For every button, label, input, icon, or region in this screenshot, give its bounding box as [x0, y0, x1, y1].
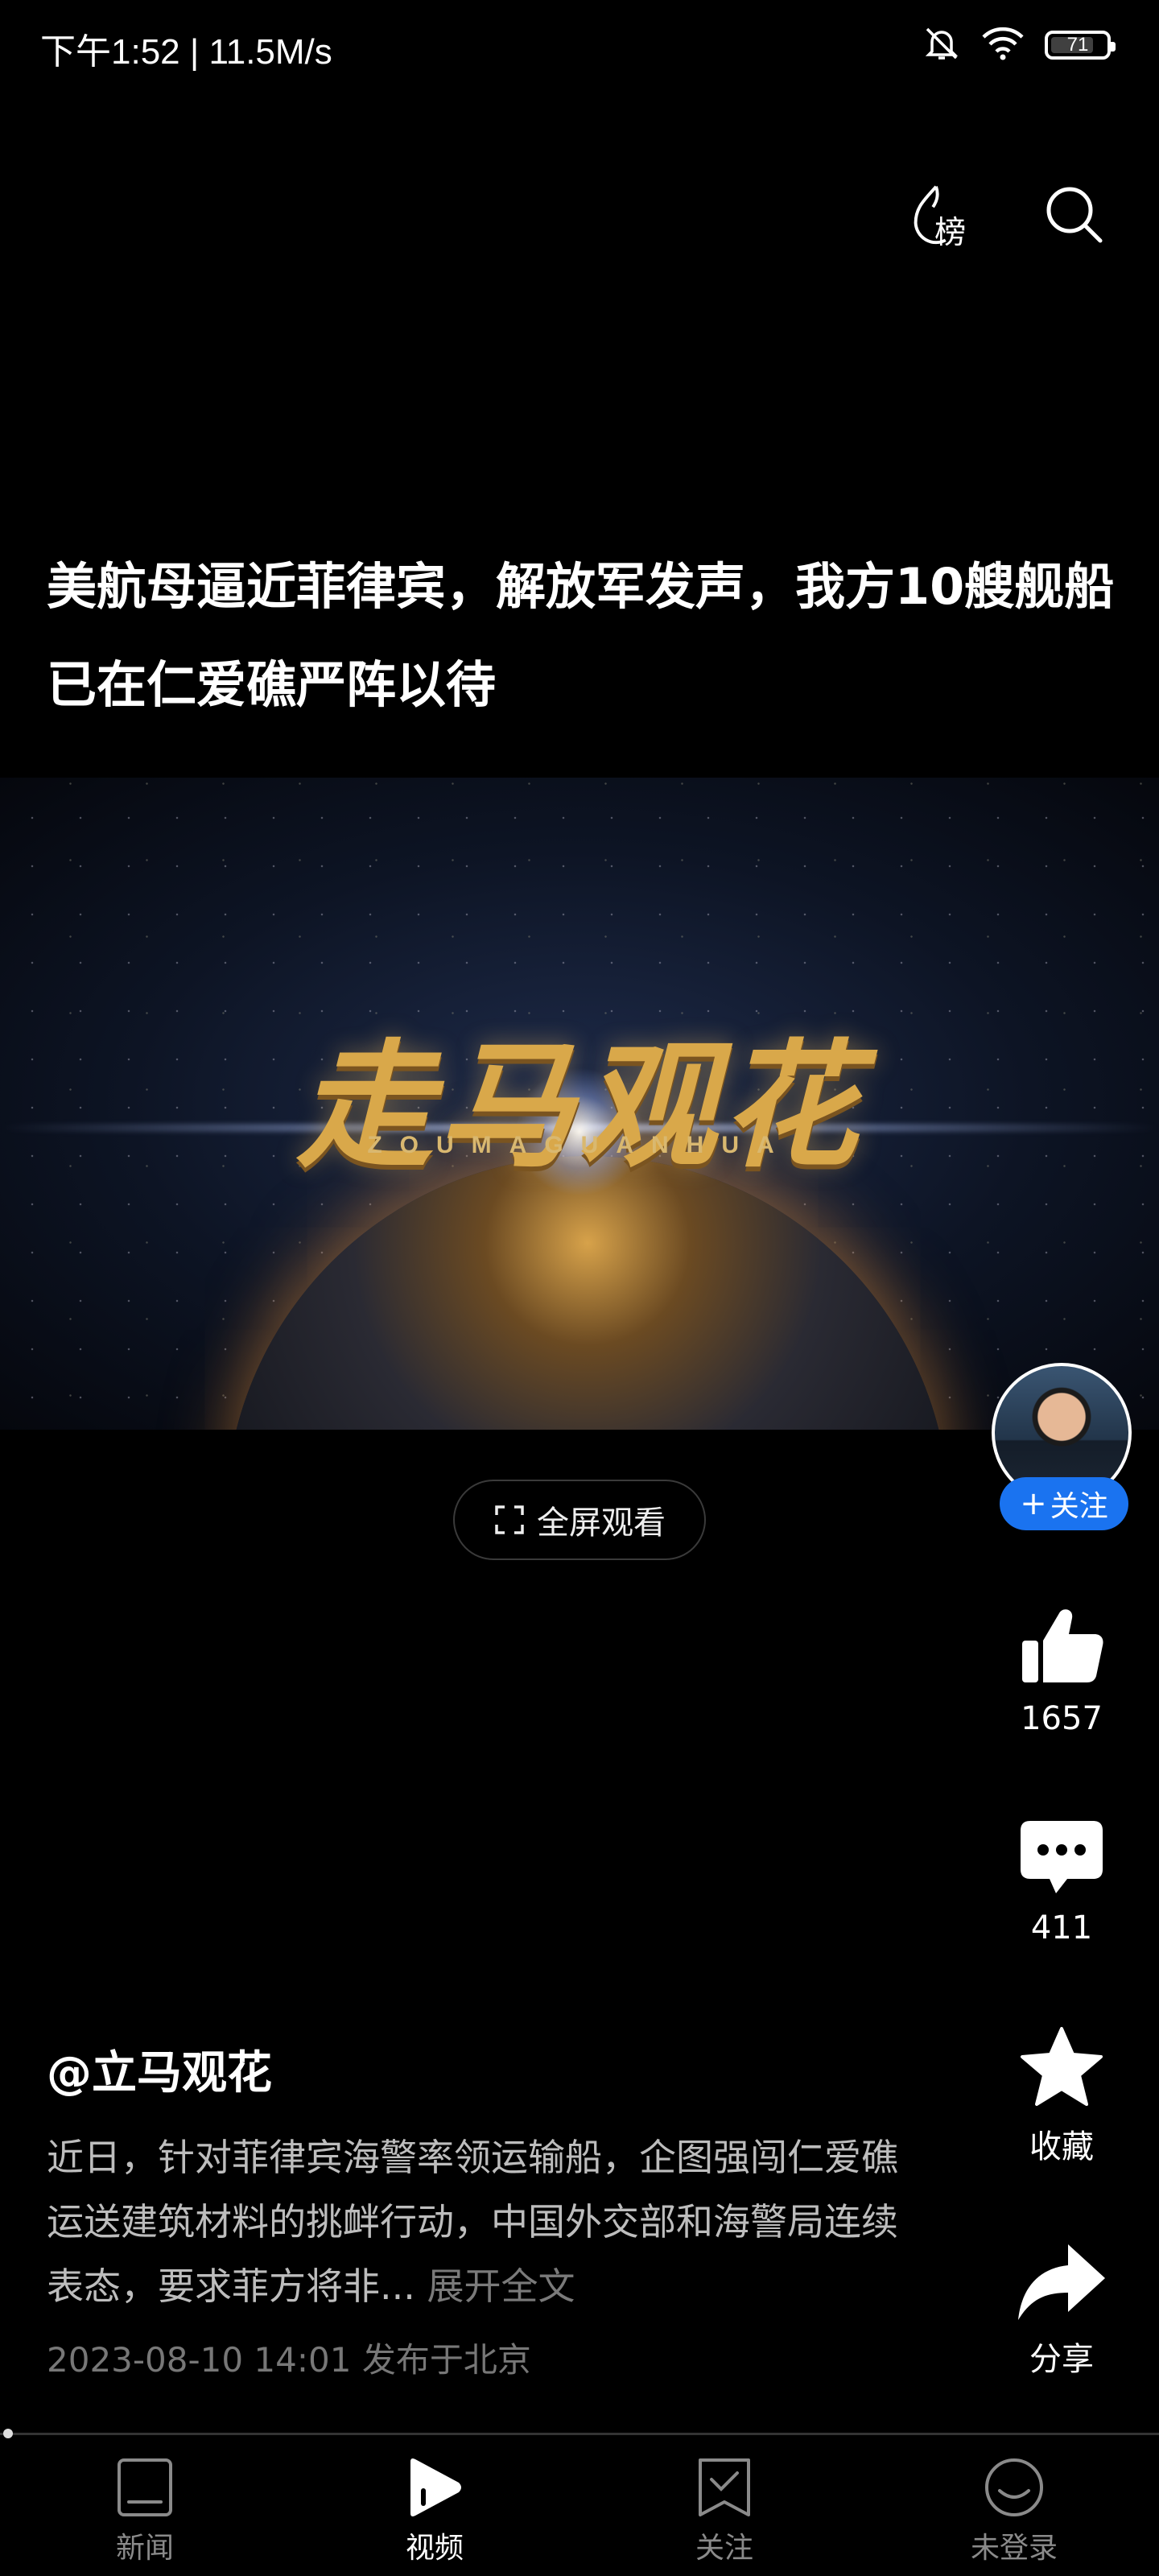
tab-video-label: 视频	[405, 2532, 464, 2565]
status-icons: 71	[922, 24, 1116, 66]
star-icon	[1021, 2027, 1103, 2106]
fullscreen-icon	[495, 1505, 524, 1534]
like-count: 1657	[1021, 1700, 1103, 1737]
hot-rank-icon: 榜	[914, 185, 966, 251]
like-button[interactable]: 1657	[985, 1602, 1138, 1737]
favorite-label: 收藏	[1029, 2128, 1094, 2165]
tab-profile[interactable]: 未登录	[869, 2436, 1159, 2576]
video-play-icon	[410, 2458, 461, 2516]
tab-profile-label: 未登录	[970, 2532, 1058, 2565]
follow-button[interactable]: + 关注	[1000, 1477, 1128, 1530]
search-icon	[1046, 187, 1103, 243]
comment-count: 411	[1030, 1909, 1093, 1946]
video-progress-bar[interactable]	[0, 2429, 1159, 2438]
wifi-icon	[980, 26, 1025, 64]
post-description: 近日，针对菲律宾海警率领运输船，企图强闯仁爱礁运送建筑材料的挑衅行动，中国外交部…	[47, 2125, 924, 2318]
share-label: 分享	[1029, 2341, 1094, 2378]
fullscreen-label: 全屏观看	[537, 1505, 666, 1542]
comment-button[interactable]: 411	[985, 1816, 1138, 1946]
rank-label: 榜	[934, 215, 966, 251]
tab-follow-label: 关注	[695, 2532, 753, 2565]
video-player[interactable]: 走马观花 ZOUMAGUANHUA	[0, 778, 1159, 1430]
search-button[interactable]	[1038, 179, 1111, 251]
bottom-tab-bar: 新闻 视频 关注 未登录	[0, 2436, 1159, 2576]
hot-rank-button[interactable]: 榜	[901, 179, 974, 251]
status-time: 下午1:52 | 11.5M/s	[40, 32, 332, 72]
top-actions: 榜	[901, 179, 1111, 251]
thumbs-up-icon	[1022, 1609, 1103, 1682]
news-icon	[118, 2458, 172, 2516]
tab-follow[interactable]: 关注	[580, 2436, 869, 2576]
tab-video[interactable]: 视频	[290, 2436, 580, 2576]
video-headline: 美航母逼近菲律宾，解放军发声，我方10艘舰船已在仁爱礁严阵以待	[47, 557, 1115, 714]
favorite-button[interactable]: 收藏	[985, 2025, 1138, 2167]
share-button[interactable]: 分享	[985, 2240, 1138, 2380]
tab-news[interactable]: 新闻	[0, 2436, 290, 2576]
share-arrow-icon	[1018, 2244, 1105, 2320]
publish-info: 2023-08-10 14:01 发布于北京	[47, 2340, 531, 2380]
follow-icon	[699, 2458, 750, 2516]
fullscreen-button[interactable]: 全屏观看	[453, 1480, 706, 1560]
comment-icon	[1021, 1821, 1103, 1893]
follow-label: 关注	[1050, 1490, 1108, 1523]
battery-icon: 71	[1045, 31, 1116, 60]
author-name[interactable]: @立马观花	[47, 2037, 272, 2102]
mute-bell-icon	[922, 24, 961, 66]
plus-icon: +	[1020, 1485, 1047, 1522]
user-icon	[985, 2458, 1043, 2516]
author-avatar-group: + 关注	[988, 1363, 1138, 1530]
expand-full-text-link[interactable]: 展开全文	[427, 2264, 575, 2308]
video-logo: 走马观花	[295, 1027, 863, 1187]
video-logo-sub: ZOUMAGUANHUA	[367, 1132, 792, 1158]
tab-news-label: 新闻	[115, 2532, 174, 2565]
